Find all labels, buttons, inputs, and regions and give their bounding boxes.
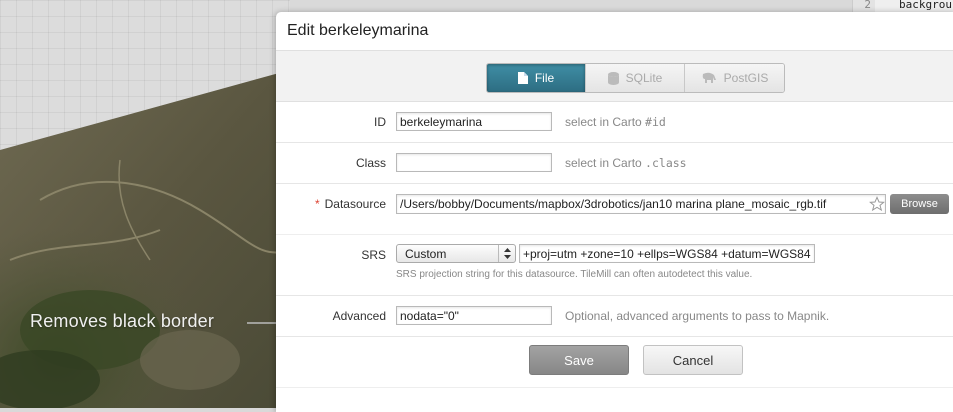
srs-select[interactable]: Custom — [396, 244, 516, 263]
edit-layer-modal: Edit berkeleymarina File SQLite PostGIS — [276, 12, 953, 412]
line-number: 2 — [853, 0, 875, 12]
code-editor-peek: 2 background — [852, 0, 953, 12]
class-hint-code: .class — [645, 156, 687, 170]
file-icon — [517, 72, 528, 84]
button-row: Save Cancel — [276, 337, 953, 388]
advanced-row: Advanced Optional, advanced arguments to… — [276, 296, 953, 337]
database-icon — [607, 71, 619, 85]
advanced-field[interactable] — [396, 306, 552, 325]
tab-sqlite[interactable]: SQLite — [586, 64, 685, 92]
tab-sqlite-label: SQLite — [625, 71, 663, 85]
datasource-label-text: Datasource — [324, 197, 386, 211]
id-hint-text: select in Carto — [565, 115, 642, 129]
tab-file-label: File — [534, 71, 555, 85]
srs-hint: SRS projection string for this datasourc… — [396, 269, 753, 280]
tab-postgis-label: PostGIS — [723, 71, 769, 85]
srs-select-value: Custom — [405, 246, 447, 261]
datasource-tabbar: File SQLite PostGIS — [276, 51, 953, 102]
datasource-field[interactable] — [396, 194, 886, 214]
select-arrows-icon — [498, 245, 515, 262]
id-field[interactable] — [396, 112, 552, 131]
elephant-icon — [701, 72, 717, 84]
tab-postgis[interactable]: PostGIS — [685, 64, 784, 92]
class-hint: select in Carto .class — [565, 156, 687, 170]
class-row: Class select in Carto .class — [276, 143, 953, 184]
class-label: Class — [355, 156, 386, 170]
star-icon[interactable] — [869, 196, 885, 212]
srs-row: SRS Custom SRS projection string for thi… — [276, 235, 953, 296]
id-label: ID — [374, 115, 386, 129]
id-row: ID select in Carto #id — [276, 102, 953, 143]
code-line: background — [899, 0, 953, 11]
srs-field[interactable] — [519, 244, 815, 263]
class-field[interactable] — [396, 153, 552, 172]
srs-label: SRS — [361, 248, 386, 262]
required-marker: * — [314, 197, 320, 211]
annotation-label: Removes black border — [30, 311, 215, 331]
browse-button[interactable]: Browse — [890, 194, 949, 214]
datasource-label: * Datasource — [315, 197, 386, 211]
id-hint: select in Carto #id — [565, 115, 666, 129]
map-background — [0, 0, 290, 408]
save-button[interactable]: Save — [529, 345, 629, 375]
tab-file[interactable]: File — [487, 64, 586, 92]
cancel-button[interactable]: Cancel — [643, 345, 743, 375]
source-type-tabs: File SQLite PostGIS — [486, 63, 785, 93]
class-hint-text: select in Carto — [565, 156, 642, 170]
aerial-imagery — [0, 70, 290, 408]
advanced-hint: Optional, advanced arguments to pass to … — [565, 309, 830, 323]
datasource-row: * Datasource Browse — [276, 184, 953, 235]
advanced-label: Advanced — [332, 309, 386, 323]
modal-title: Edit berkeleymarina — [276, 12, 953, 51]
id-hint-code: #id — [645, 115, 666, 129]
